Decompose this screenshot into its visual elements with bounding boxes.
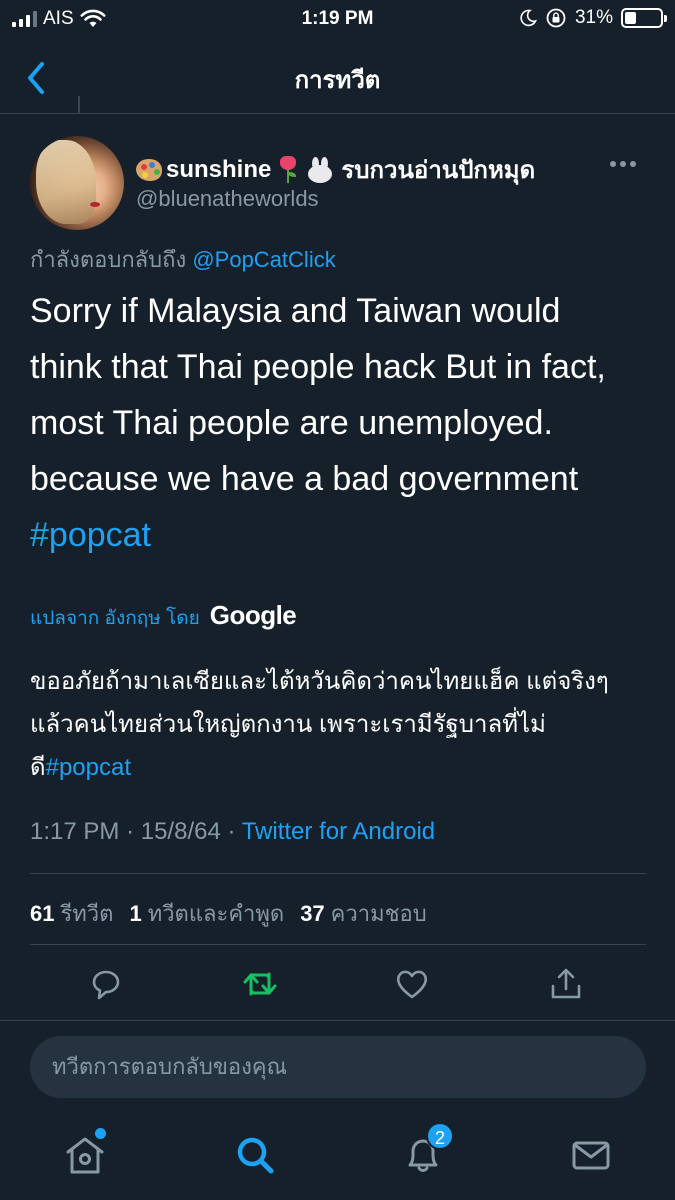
- replying-to: กำลังตอบกลับถึง @PopCatClick: [30, 242, 336, 277]
- status-right: 31%: [519, 7, 667, 29]
- share-icon: [551, 968, 581, 999]
- tab-messages[interactable]: [566, 1130, 616, 1180]
- moon-icon: [520, 9, 537, 27]
- likes-label: ความชอบ: [330, 901, 427, 926]
- quotes-label: ทวีตและคำพูด: [147, 901, 285, 926]
- tab-bar: 2: [0, 1112, 675, 1200]
- mail-icon: [572, 1141, 610, 1170]
- like-button[interactable]: [392, 964, 432, 1004]
- status-bar: AIS 1:19 PM 31%: [0, 0, 675, 40]
- retweets-stat[interactable]: 61 รีทวีต: [30, 896, 113, 931]
- tweet-date: 15/8/64: [140, 818, 221, 845]
- reply-to-mention[interactable]: @PopCatClick: [192, 247, 335, 272]
- tweet-text-line: because we have a bad government: [30, 460, 579, 498]
- google-logo: Google: [209, 600, 297, 630]
- divider: [30, 944, 646, 945]
- divider: [30, 873, 646, 874]
- tweet-stats: 61 รีทวีต 1 ทวีตและคำพูด 37 ความชอบ: [30, 896, 427, 931]
- share-button[interactable]: [546, 964, 586, 1004]
- tweet-text: Sorry if Malaysia and Taiwan would think…: [30, 283, 660, 563]
- quotes-count: 1: [129, 901, 142, 926]
- tab-home[interactable]: [60, 1128, 110, 1180]
- thread-connector: [78, 96, 80, 114]
- translated-by[interactable]: แปลจาก อังกฤษ โดย Google: [30, 600, 297, 633]
- reply-icon: [92, 970, 120, 1000]
- translation-line: ขออภัยถ้ามาเลเซียและไต้หวันคิดว่าคนไทยแฮ…: [30, 668, 609, 695]
- header: การทวีต: [0, 40, 675, 114]
- meta-separator: ·: [227, 818, 236, 845]
- likes-count: 37: [300, 901, 325, 926]
- battery-fill: [625, 12, 636, 24]
- reply-button[interactable]: [86, 964, 126, 1004]
- orientation-lock-icon: [546, 8, 566, 28]
- retweets-count: 61: [30, 901, 55, 926]
- tweet-source-link[interactable]: Twitter for Android: [242, 818, 435, 845]
- retweets-label: รีทวีต: [60, 901, 114, 926]
- rabbit-emoji-icon: [307, 156, 333, 183]
- divider: [0, 1020, 675, 1021]
- retweet-button[interactable]: [240, 964, 280, 1004]
- likes-stat[interactable]: 37 ความชอบ: [300, 896, 427, 931]
- avatar-hair: [36, 140, 96, 224]
- tweet-meta: 1:17 PM · 15/8/64 · Twitter for Android: [30, 818, 435, 846]
- palette-emoji-icon: [136, 158, 162, 181]
- translation-last-line: ดี#popcat: [30, 746, 650, 789]
- tulip-emoji-icon: [277, 155, 299, 184]
- page-title: การทวีต: [294, 67, 381, 94]
- translation-hashtag-link[interactable]: #popcat: [46, 754, 131, 781]
- tweet-actions: [0, 960, 675, 1012]
- tweet-text-line: most Thai people are unemployed.: [30, 404, 553, 442]
- battery-icon: [621, 8, 667, 28]
- display-name: sunshine: [166, 155, 272, 183]
- hashtag-link[interactable]: #popcat: [30, 507, 660, 563]
- reply-input[interactable]: [30, 1036, 646, 1098]
- user-handle[interactable]: @bluenatheworlds: [136, 186, 319, 212]
- translated-text: ขออภัยถ้ามาเลเซียและไต้หวันคิดว่าคนไทยแฮ…: [30, 660, 650, 789]
- display-name-suffix: รบกวนอ่านปักหมุด: [341, 157, 536, 184]
- search-icon: [237, 1137, 274, 1174]
- tab-explore[interactable]: [230, 1130, 280, 1180]
- reply-prefix: กำลังตอบกลับถึง: [30, 247, 187, 272]
- tweet-text-line: think that Thai people hack But in fact,: [30, 348, 606, 386]
- display-name-row[interactable]: sunshine รบกวนอ่านปักหมุด: [136, 150, 535, 189]
- retweet-icon: [243, 972, 277, 996]
- meta-separator: ·: [126, 818, 135, 845]
- translation-line: แล้วคนไทยส่วนใหญ่ตกงาน เพราะเรามีรัฐบาลท…: [30, 711, 546, 738]
- more-dot-icon: [610, 161, 616, 167]
- tweet-time: 1:17 PM: [30, 818, 120, 845]
- quotes-stat[interactable]: 1 ทวีตและคำพูด: [129, 896, 284, 931]
- translated-from-label: แปลจาก อังกฤษ โดย: [30, 608, 200, 629]
- tab-notifications[interactable]: 2: [398, 1122, 454, 1180]
- battery-percent: 31%: [574, 7, 613, 28]
- translation-line: ดี: [30, 754, 46, 781]
- more-dot-icon: [620, 161, 626, 167]
- tweet-text-line: Sorry if Malaysia and Taiwan would: [30, 292, 561, 330]
- heart-icon: [396, 970, 428, 999]
- avatar[interactable]: [30, 136, 124, 230]
- more-dot-icon: [630, 161, 636, 167]
- notification-badge: 2: [426, 1122, 454, 1150]
- avatar-lip: [90, 202, 100, 207]
- new-content-dot: [95, 1128, 106, 1139]
- more-options-button[interactable]: [610, 154, 650, 178]
